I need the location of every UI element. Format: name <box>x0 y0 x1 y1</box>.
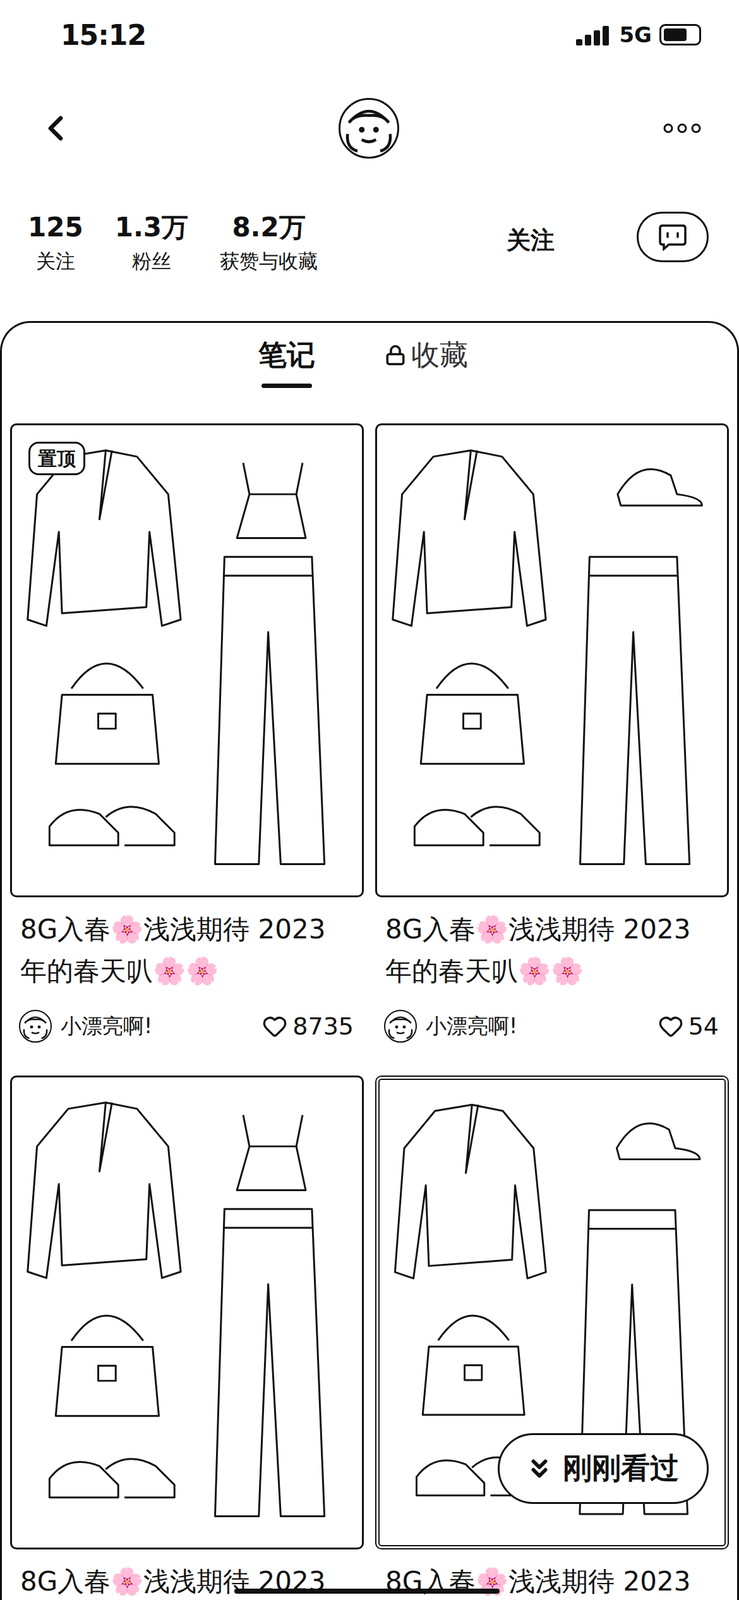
note-title[interactable]: 8G入春🌸浅浅期待 2023 <box>375 1560 714 1600</box>
note-title[interactable]: 8G入春🌸浅浅期待 2023年的春天叭🌸🌸 <box>375 908 714 992</box>
status-time: 15:12 <box>60 18 146 52</box>
pinned-badge: 置顶 <box>28 441 86 475</box>
note-card[interactable]: 8G入春🌸浅浅期待 2023 <box>375 1075 729 1600</box>
note-meta: 小漂亮啊! 8735 <box>10 1008 364 1044</box>
status-bar: 15:12 5G <box>0 0 739 83</box>
tab[interactable]: 笔记 <box>258 327 316 388</box>
recent-button[interactable]: 刚刚看过 <box>497 1432 709 1504</box>
home-indicator <box>234 1587 500 1593</box>
network-label: 5G <box>618 22 652 48</box>
note-author[interactable]: 小漂亮啊! <box>384 1009 518 1043</box>
note-title[interactable]: 8G入春🌸浅浅期待 2023年的春天叭🌸🌸 <box>10 908 349 992</box>
author-avatar-icon <box>385 1010 416 1041</box>
note-cover[interactable]: 置顶 <box>10 423 364 897</box>
heart-icon <box>658 1013 684 1039</box>
note-card[interactable]: 8G入春🌸浅浅期待 2023 <box>10 1075 364 1600</box>
more-button[interactable] <box>656 102 708 154</box>
profile-avatar[interactable] <box>338 97 400 159</box>
note-cover[interactable] <box>375 423 729 897</box>
like-button[interactable]: 54 <box>658 1011 719 1040</box>
signal-icon <box>576 24 612 46</box>
author-avatar-icon <box>20 1010 51 1041</box>
author-avatar[interactable] <box>18 1009 52 1043</box>
note-card[interactable]: 置顶 8G入春🌸浅浅期待 2023年的春天叭🌸🌸 小漂亮啊! 8735 <box>10 423 364 1044</box>
back-icon <box>35 108 76 149</box>
lock-icon <box>384 344 407 366</box>
stat-item[interactable]: 125关注 <box>27 211 84 275</box>
nav-bar <box>0 82 739 174</box>
note-card[interactable]: 8G入春🌸浅浅期待 2023年的春天叭🌸🌸 小漂亮啊! 54 <box>375 423 729 1044</box>
author-avatar[interactable] <box>384 1009 417 1043</box>
profile-page: 15:12 5G 125关注 1.3万粉丝 8.2万获赞与收藏 关注笔记 收藏置顶 8G入春🌸… <box>0 0 739 1600</box>
tab-bar: 笔记 收藏 <box>1 322 738 392</box>
back-button[interactable] <box>30 102 81 154</box>
battery-icon <box>659 24 702 46</box>
follow-button[interactable]: 关注 <box>487 215 574 266</box>
chat-icon <box>657 222 688 251</box>
chat-button[interactable] <box>636 211 709 263</box>
tab[interactable]: 收藏 <box>384 327 469 388</box>
stat-item[interactable]: 8.2万获赞与收藏 <box>219 211 318 275</box>
note-meta: 小漂亮啊! 54 <box>375 1008 729 1044</box>
profile-avatar-icon <box>340 99 398 157</box>
outfit-collage <box>12 1076 362 1547</box>
like-button[interactable]: 8735 <box>262 1011 354 1040</box>
chevrons-down-icon <box>524 1453 554 1483</box>
outfit-collage <box>377 425 727 896</box>
stat-item[interactable]: 1.3万粉丝 <box>114 211 189 275</box>
heart-icon <box>262 1013 288 1039</box>
content-sheet: 笔记 收藏置顶 8G入春🌸浅浅期待 2023年的春天叭🌸🌸 小漂亮啊! 8735 8G入春… <box>0 320 739 1600</box>
notes-grid: 置顶 8G入春🌸浅浅期待 2023年的春天叭🌸🌸 小漂亮啊! 8735 8G入春🌸浅浅期… <box>1 391 738 1600</box>
tab-indicator <box>261 383 313 388</box>
outfit-collage <box>12 425 362 896</box>
note-cover[interactable] <box>10 1075 364 1549</box>
profile-stats: 125关注 1.3万粉丝 8.2万获赞与收藏 关注 <box>0 173 739 321</box>
note-author[interactable]: 小漂亮啊! <box>18 1009 153 1043</box>
note-title[interactable]: 8G入春🌸浅浅期待 2023 <box>10 1560 349 1600</box>
more-icon <box>663 121 702 135</box>
